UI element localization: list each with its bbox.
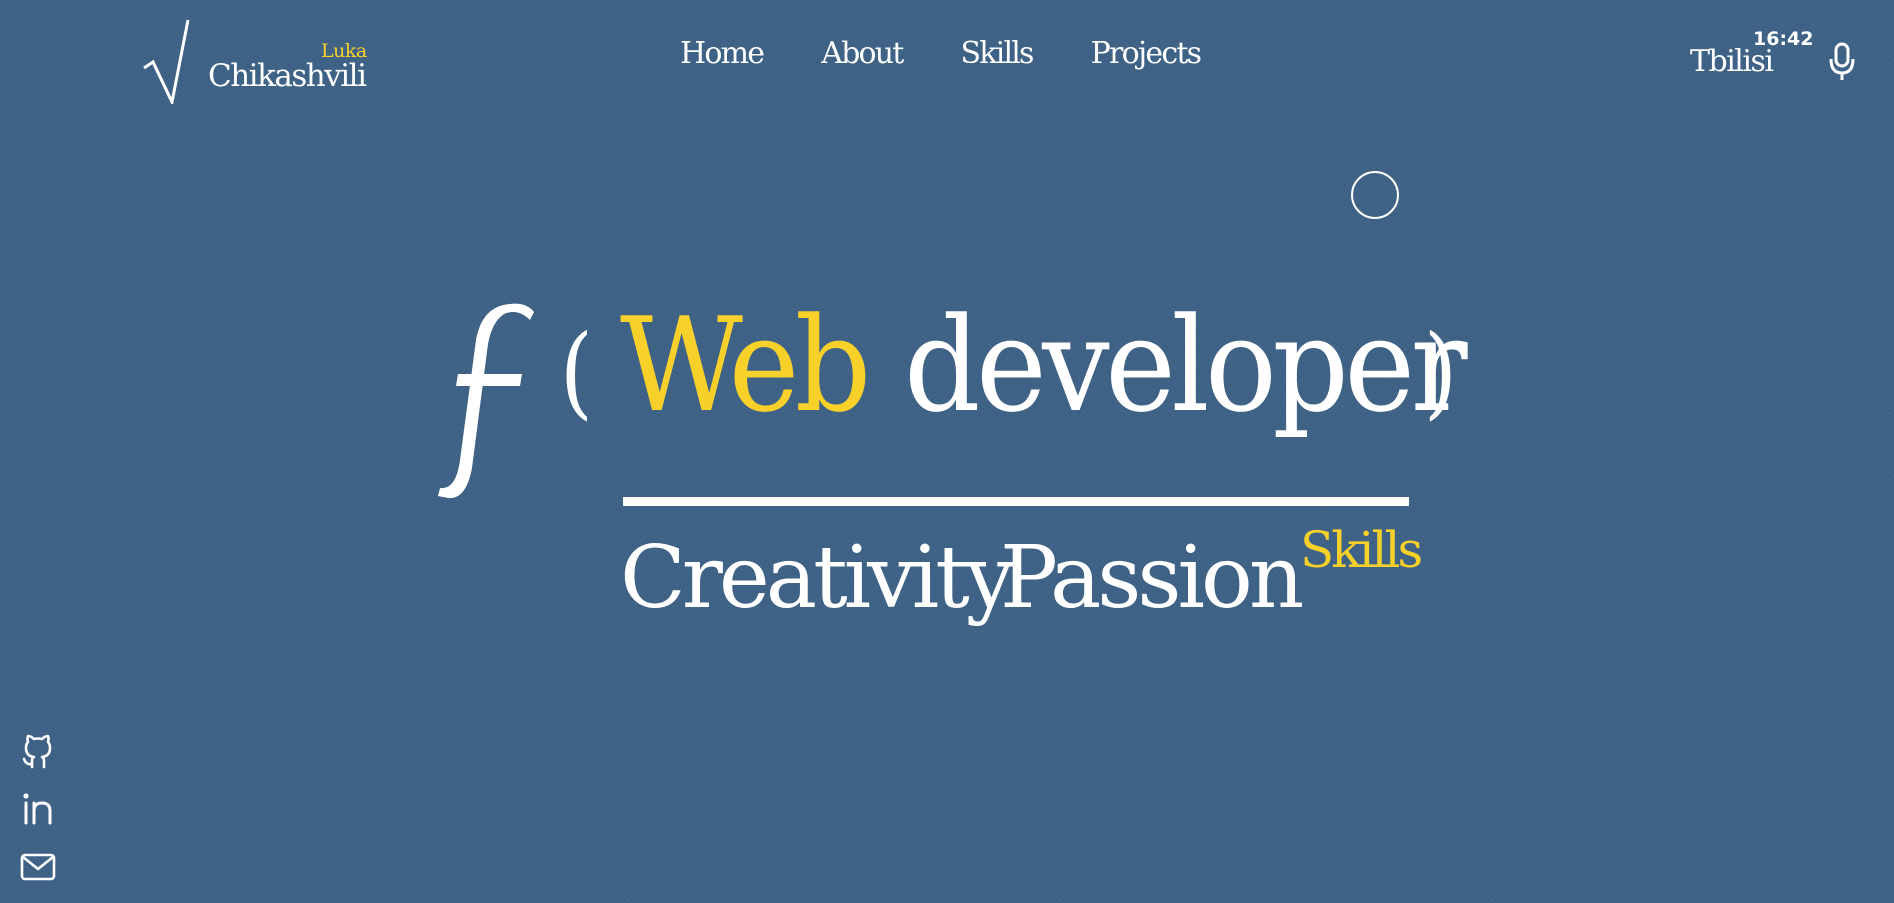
cursor-follower-circle [1351,171,1399,219]
trait-passion: Passion [1000,528,1304,628]
nav-home[interactable]: Home [680,36,765,71]
fraction-bar [623,497,1409,506]
microphone-icon[interactable] [1828,42,1856,82]
close-paren: ) [1423,313,1458,430]
linkedin-icon[interactable] [18,789,58,829]
svg-text:f: f [430,300,431,301]
nav-skills[interactable]: Skills [961,36,1035,71]
sqrt-logo-icon [143,19,190,104]
hero-headline: Web developer [620,300,1512,430]
logo[interactable]: Luka Chikashvili [140,14,380,104]
open-paren: ( [559,313,594,430]
logo-last-name: Chikashvili [208,58,367,94]
main-nav: Home About Skills Projects [680,36,1202,71]
trait-creativity: Creativity [620,528,1014,628]
nav-projects[interactable]: Projects [1091,36,1202,71]
city-label: Tbilisi [1690,44,1774,79]
nav-about[interactable]: About [821,36,904,71]
hero-role-word: developer [904,289,1468,441]
trait-skills: Skills [1300,521,1423,579]
hero-highlight-word: Web [620,289,871,441]
function-f-symbol: f [430,300,534,499]
mail-icon[interactable] [18,847,58,887]
github-icon[interactable] [18,731,58,771]
